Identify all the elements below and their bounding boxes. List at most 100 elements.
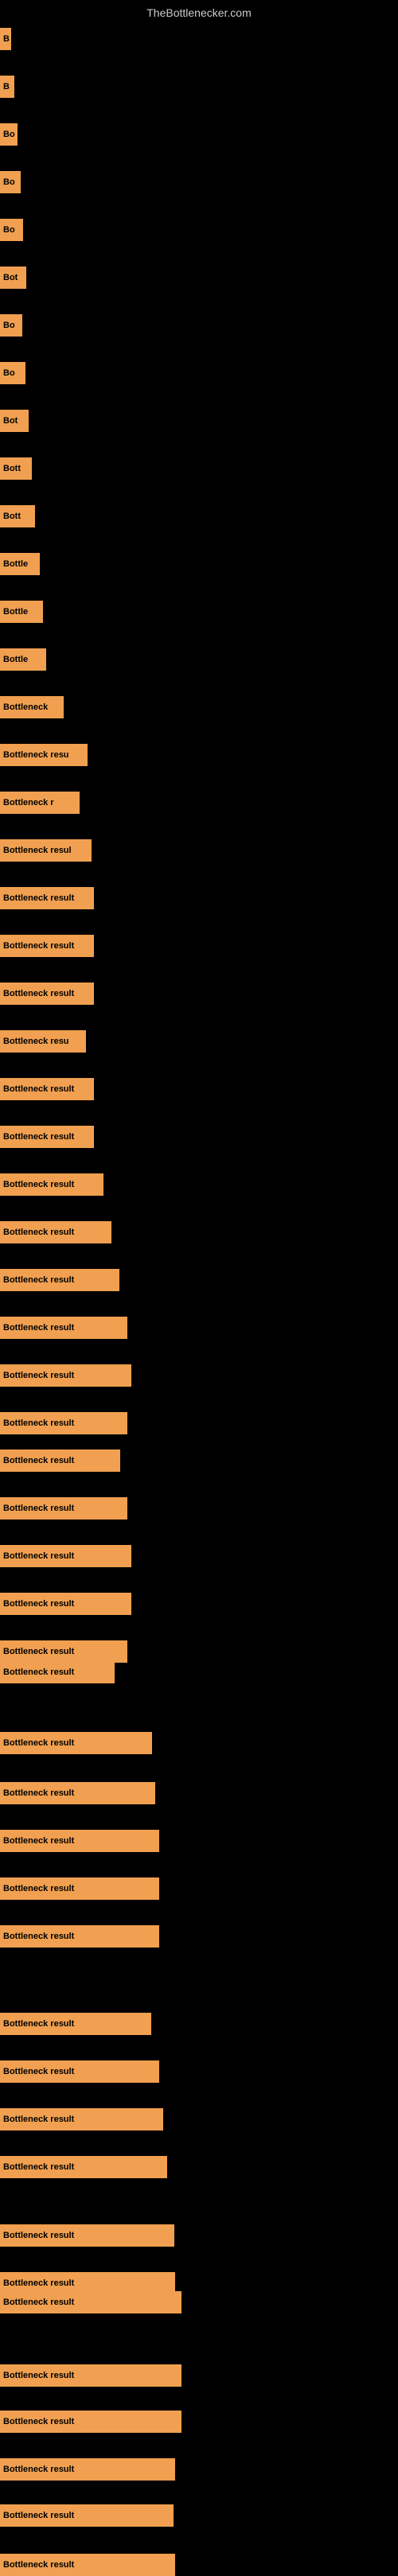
bar-item: Bottleneck result	[0, 935, 94, 957]
bar-item: Bottleneck result	[0, 2554, 175, 2576]
bar-label: Bottleneck result	[3, 2560, 74, 2570]
bar-item: Bottleneck resu	[0, 744, 88, 766]
bar-label: Bot	[3, 416, 18, 426]
bar-item: Bott	[0, 457, 32, 480]
bar-item: Bo	[0, 314, 22, 337]
bar-label: Bottleneck result	[3, 2511, 74, 2520]
bar-label: Bo	[3, 225, 15, 235]
bar-item: Bottleneck result	[0, 2504, 174, 2527]
bar-item: Bottleneck resul	[0, 839, 92, 862]
bar-item: Bottleneck result	[0, 1782, 155, 1804]
bar-label: Bottleneck result	[3, 1551, 74, 1561]
bar-item: Bottleneck result	[0, 1412, 127, 1434]
bar-label: Bottleneck result	[3, 1504, 74, 1513]
bar-label: Bottleneck result	[3, 1599, 74, 1609]
bar-label: Bott	[3, 464, 21, 473]
bar-label: Bottleneck result	[3, 1647, 74, 1656]
bar-label: Bottleneck result	[3, 1667, 74, 1677]
bar-label: B	[3, 34, 10, 44]
bar-label: Bottleneck result	[3, 2278, 74, 2288]
bar-item: Bottleneck result	[0, 2224, 174, 2247]
bar-label: Bottleneck result	[3, 1180, 74, 1189]
bar-item: B	[0, 76, 14, 98]
bar-item: Bottleneck result	[0, 1078, 94, 1100]
bar-item: Bottleneck result	[0, 2411, 181, 2433]
bar-item: Bottleneck result	[0, 1925, 159, 1948]
bar-label: Bottleneck result	[3, 1371, 74, 1380]
bar-label: Bottleneck result	[3, 1884, 74, 1893]
bar-label: Bottleneck result	[3, 989, 74, 998]
bar-item: Bottleneck r	[0, 792, 80, 814]
bar-item: Bo	[0, 123, 18, 146]
bar-item: Bottleneck result	[0, 1126, 94, 1148]
bar-label: Bottleneck result	[3, 1788, 74, 1798]
bar-label: Bot	[3, 273, 18, 282]
bar-item: Bottleneck result	[0, 1661, 115, 1683]
bar-item: Bottle	[0, 553, 40, 575]
bar-label: Bottle	[3, 655, 28, 664]
bar-item: Bottleneck result	[0, 1173, 103, 1196]
bar-item: Bottleneck result	[0, 2108, 163, 2130]
bar-item: Bot	[0, 267, 26, 289]
bar-item: Bottleneck result	[0, 1732, 152, 1754]
bar-item: Bottleneck	[0, 696, 64, 718]
bar-item: Bottleneck result	[0, 2156, 167, 2178]
bar-label: Bottleneck result	[3, 1836, 74, 1846]
bar-item: Bottleneck result	[0, 2291, 181, 2313]
bar-label: Bo	[3, 321, 15, 330]
bar-label: Bottleneck	[3, 702, 48, 712]
bar-label: Bottleneck r	[3, 798, 54, 807]
bar-label: Bottleneck result	[3, 2417, 74, 2426]
bar-label: Bottleneck result	[3, 1418, 74, 1428]
bar-label: Bottleneck result	[3, 1456, 74, 1465]
bar-label: Bottleneck result	[3, 941, 74, 951]
bar-label: Bottleneck result	[3, 1228, 74, 1237]
bar-item: Bottleneck result	[0, 1878, 159, 1900]
bar-label: Bottle	[3, 559, 28, 569]
bar-label: Bottleneck result	[3, 2115, 74, 2124]
bar-label: Bottleneck result	[3, 2298, 74, 2307]
bar-item: Bott	[0, 505, 35, 527]
bar-item: Bottleneck result	[0, 2060, 159, 2083]
bar-item: Bottleneck result	[0, 1640, 127, 1663]
bar-item: Bot	[0, 410, 29, 432]
bar-item: Bottleneck result	[0, 1545, 131, 1567]
bar-label: Bottleneck result	[3, 1738, 74, 1748]
bar-item: Bo	[0, 219, 23, 241]
bar-item: Bottleneck result	[0, 983, 94, 1005]
bar-item: Bo	[0, 362, 25, 384]
bar-label: Bottleneck result	[3, 893, 74, 903]
bar-label: Bottleneck result	[3, 2067, 74, 2076]
bar-item: Bottleneck result	[0, 887, 94, 909]
bar-label: Bo	[3, 177, 15, 187]
bar-label: Bottleneck result	[3, 1275, 74, 1285]
bar-label: Bottleneck result	[3, 2231, 74, 2240]
bar-label: Bottleneck result	[3, 2162, 74, 2172]
bar-item: Bo	[0, 171, 21, 193]
bar-item: Bottle	[0, 648, 46, 671]
bar-item: Bottleneck result	[0, 1830, 159, 1852]
bar-label: Bottleneck resu	[3, 1037, 69, 1046]
bar-label: B	[3, 82, 10, 91]
bar-label: Bottleneck result	[3, 1323, 74, 1333]
bar-item: Bottleneck result	[0, 1449, 120, 1472]
bar-label: Bottleneck resul	[3, 846, 72, 855]
bar-label: Bott	[3, 512, 21, 521]
site-title: TheBottlenecker.com	[0, 0, 398, 22]
bar-label: Bo	[3, 368, 15, 378]
bar-label: Bottleneck result	[3, 2371, 74, 2380]
bar-label: Bottleneck resu	[3, 750, 69, 760]
bar-label: Bottleneck result	[3, 1132, 74, 1142]
bar-item: Bottleneck result	[0, 2458, 175, 2481]
bar-label: Bottleneck result	[3, 2019, 74, 2029]
bar-item: Bottleneck result	[0, 2013, 151, 2035]
bar-label: Bottleneck result	[3, 2465, 74, 2474]
bar-label: Bottleneck result	[3, 1084, 74, 1094]
bar-item: Bottleneck result	[0, 1364, 131, 1387]
bar-item: Bottleneck result	[0, 2364, 181, 2387]
bar-item: B	[0, 28, 11, 50]
bar-item: Bottleneck result	[0, 1497, 127, 1520]
bar-item: Bottleneck result	[0, 1593, 131, 1615]
bar-label: Bottleneck result	[3, 1932, 74, 1941]
bar-item: Bottleneck result	[0, 1269, 119, 1291]
